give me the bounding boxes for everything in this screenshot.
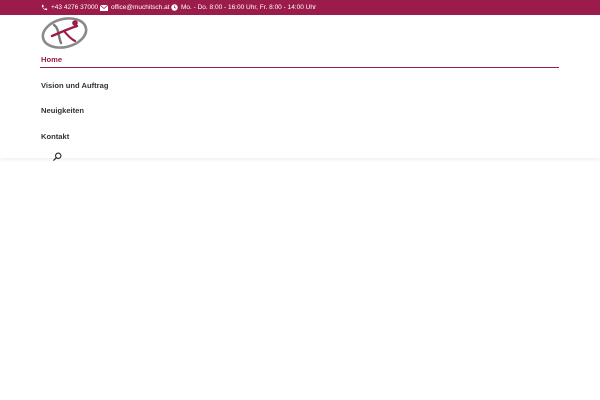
nav-item-neuigkeiten[interactable]: Neuigkeiten bbox=[41, 106, 84, 115]
search-icon bbox=[53, 152, 62, 161]
phone-contact[interactable]: +43 4276 37000 bbox=[41, 0, 98, 15]
nav-item-vision-und-auftrag[interactable]: Vision und Auftrag bbox=[41, 81, 109, 90]
opening-hours-text: Mo. - Do. 8:00 - 16:00 Uhr, Fr. 8:00 - 1… bbox=[181, 4, 317, 11]
phone-number: +43 4276 37000 bbox=[51, 4, 99, 11]
nav-item-home[interactable]: Home bbox=[41, 55, 62, 64]
logo-mark-icon bbox=[41, 17, 88, 49]
site-header: Home Vision und Auftrag Neuigkeiten Kont… bbox=[0, 15, 600, 161]
opening-hours: Mo. - Do. 8:00 - 16:00 Uhr, Fr. 8:00 - 1… bbox=[171, 0, 316, 15]
active-nav-underline bbox=[40, 66, 559, 68]
envelope-icon bbox=[100, 4, 108, 11]
phone-icon bbox=[41, 4, 48, 11]
email-address: office@muchitsch.at bbox=[111, 4, 170, 11]
site-logo[interactable] bbox=[40, 16, 89, 50]
search-button[interactable] bbox=[53, 148, 62, 161]
email-contact[interactable]: office@muchitsch.at bbox=[100, 0, 170, 15]
nav-item-kontakt[interactable]: Kontakt bbox=[41, 132, 69, 141]
top-info-bar: +43 4276 37000 office@muchitsch.at Mo. -… bbox=[0, 0, 600, 15]
clock-icon bbox=[171, 4, 178, 11]
